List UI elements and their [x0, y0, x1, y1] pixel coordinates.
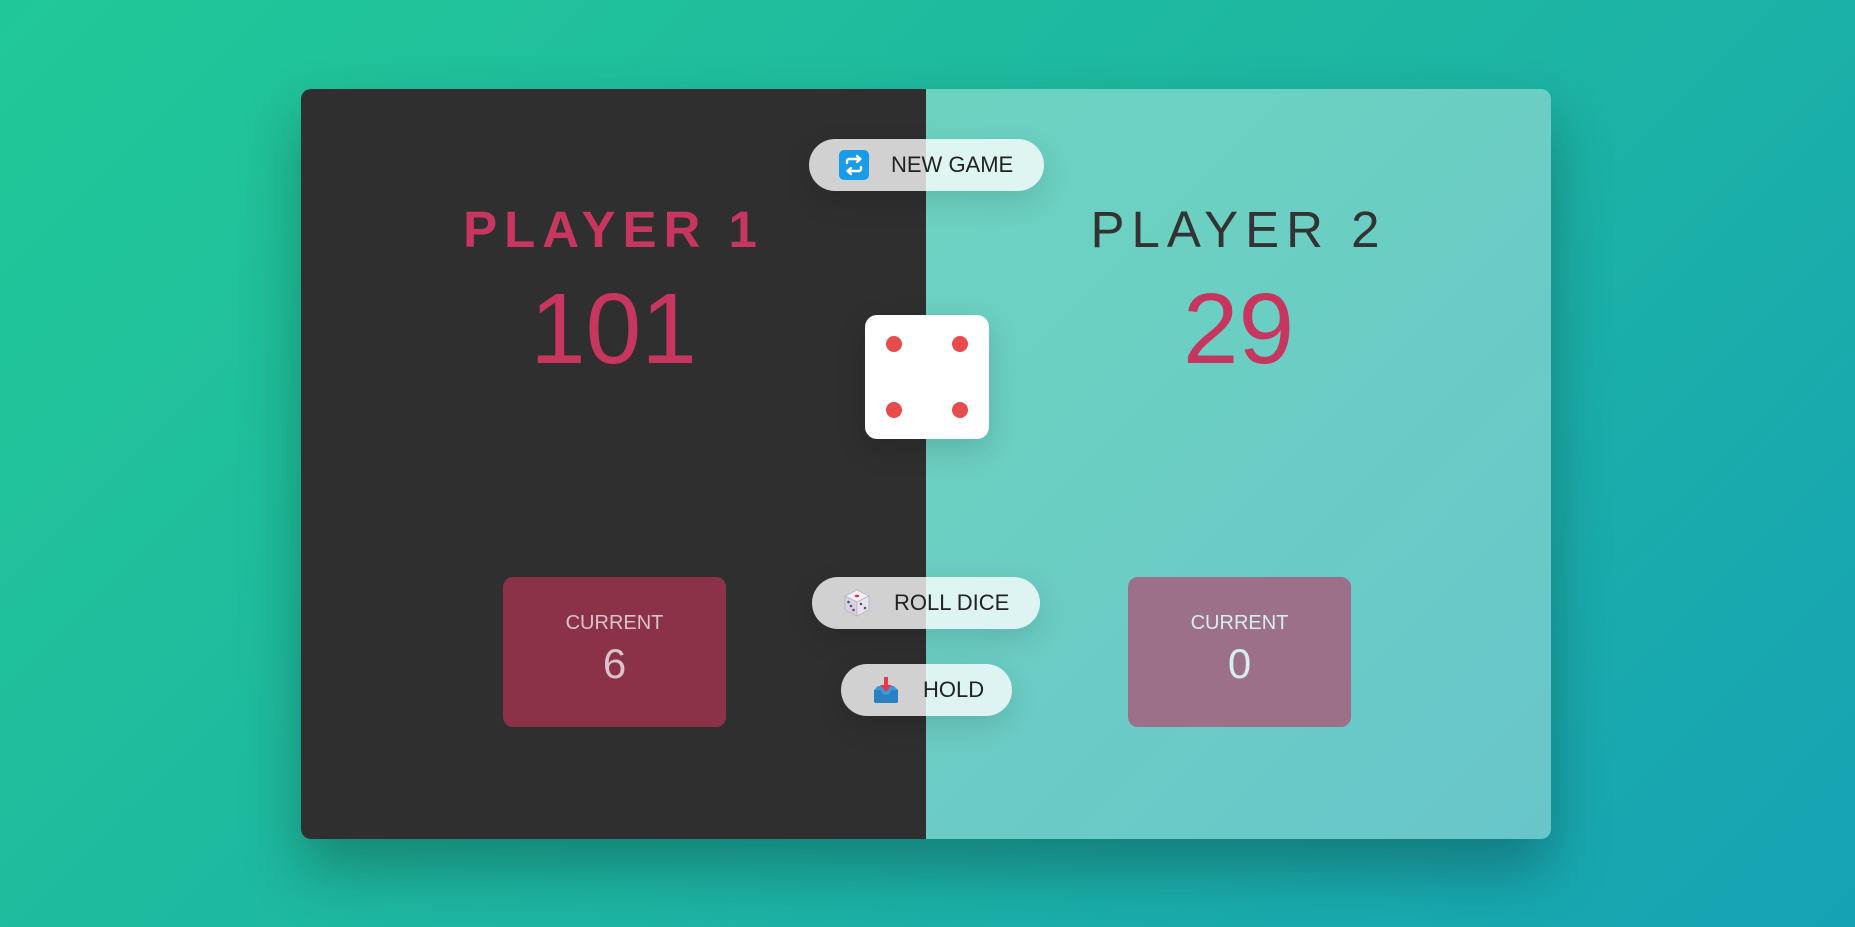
- inbox-tray-icon: [871, 675, 901, 705]
- player-2-name: PLAYER 2: [1090, 201, 1387, 258]
- dice-icon: [842, 588, 872, 618]
- player-2-score: 29: [1182, 273, 1295, 385]
- player-1-score: 101: [530, 273, 697, 385]
- game-board: PLAYER 1 101 CURRENT 6 PLAYER 2 29 CURRE…: [301, 89, 1551, 839]
- player-2-current-box: CURRENT 0: [1128, 577, 1351, 727]
- player-2-panel: PLAYER 2 29 CURRENT 0: [926, 89, 1551, 839]
- player-1-current-score: 6: [602, 640, 627, 687]
- player-2-current-score: 0: [1227, 640, 1252, 687]
- player-2-current-label: CURRENT: [1190, 612, 1289, 634]
- roll-dice-button[interactable]: ROLL DICE: [812, 577, 1040, 629]
- dice-pip: [952, 402, 969, 419]
- hold-button[interactable]: HOLD: [841, 664, 1012, 716]
- refresh-icon: [839, 150, 869, 180]
- new-game-label: NEW GAME: [891, 152, 1014, 177]
- dice-pip: [885, 335, 902, 352]
- new-game-button[interactable]: NEW GAME: [809, 139, 1044, 191]
- player-1-name: PLAYER 1: [463, 201, 764, 258]
- player-1-panel: PLAYER 1 101 CURRENT 6: [301, 89, 926, 839]
- dice-pip: [885, 402, 902, 419]
- roll-dice-label: ROLL DICE: [894, 590, 1010, 615]
- player-1-current-box: CURRENT 6: [503, 577, 726, 727]
- dice: [865, 315, 989, 439]
- hold-label: HOLD: [923, 677, 985, 702]
- player-1-current-label: CURRENT: [565, 612, 664, 634]
- dice-pip: [952, 335, 969, 352]
